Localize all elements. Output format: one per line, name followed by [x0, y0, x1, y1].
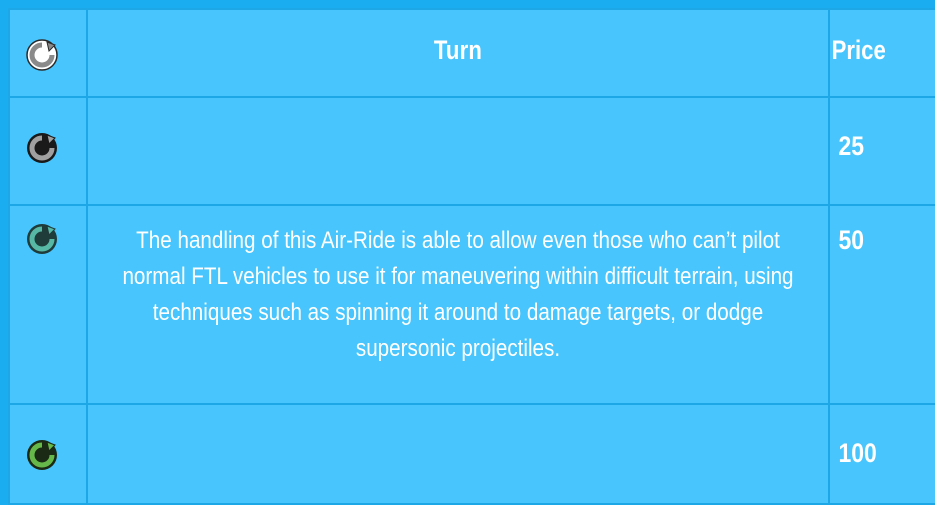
row-description-cell — [86, 403, 830, 505]
row-description-cell: The handling of this Air-Ride is able to… — [86, 204, 830, 405]
turn-icon-white — [26, 39, 58, 71]
row-description-cell — [86, 96, 830, 206]
row-price: 100 — [838, 438, 877, 468]
turn-icon-green — [27, 440, 57, 470]
header-icon-cell — [8, 8, 88, 98]
table-row: 25 — [8, 96, 935, 206]
row-price: 50 — [838, 225, 865, 255]
row-price-cell: 100 — [828, 403, 935, 505]
turn-icon-teal — [27, 224, 57, 254]
row-description — [97, 405, 819, 422]
header-title-cell: Turn — [86, 8, 830, 98]
row-description: The handling of this Air-Ride is able to… — [122, 227, 794, 362]
row-icon-cell — [8, 204, 88, 405]
header-title: Turn — [433, 35, 483, 65]
row-icon-cell — [8, 96, 88, 206]
header-price-label: Price — [831, 35, 886, 65]
header-price-cell: Price — [828, 8, 935, 98]
row-price-cell: 25 — [828, 96, 935, 206]
row-icon-cell — [8, 403, 88, 505]
row-price-cell: 50 — [828, 204, 935, 405]
turn-price-table: Turn Price 25 The handling of this Air-R… — [0, 0, 935, 505]
table-row: The handling of this Air-Ride is able to… — [8, 204, 935, 405]
row-description — [97, 98, 819, 115]
turn-icon-gray — [27, 133, 57, 163]
table-header-row: Turn Price — [8, 8, 935, 98]
table-row: 100 — [8, 403, 935, 505]
row-price: 25 — [838, 131, 865, 161]
upgrade-table: Turn Price 25 The handling of this Air-R… — [8, 8, 935, 505]
